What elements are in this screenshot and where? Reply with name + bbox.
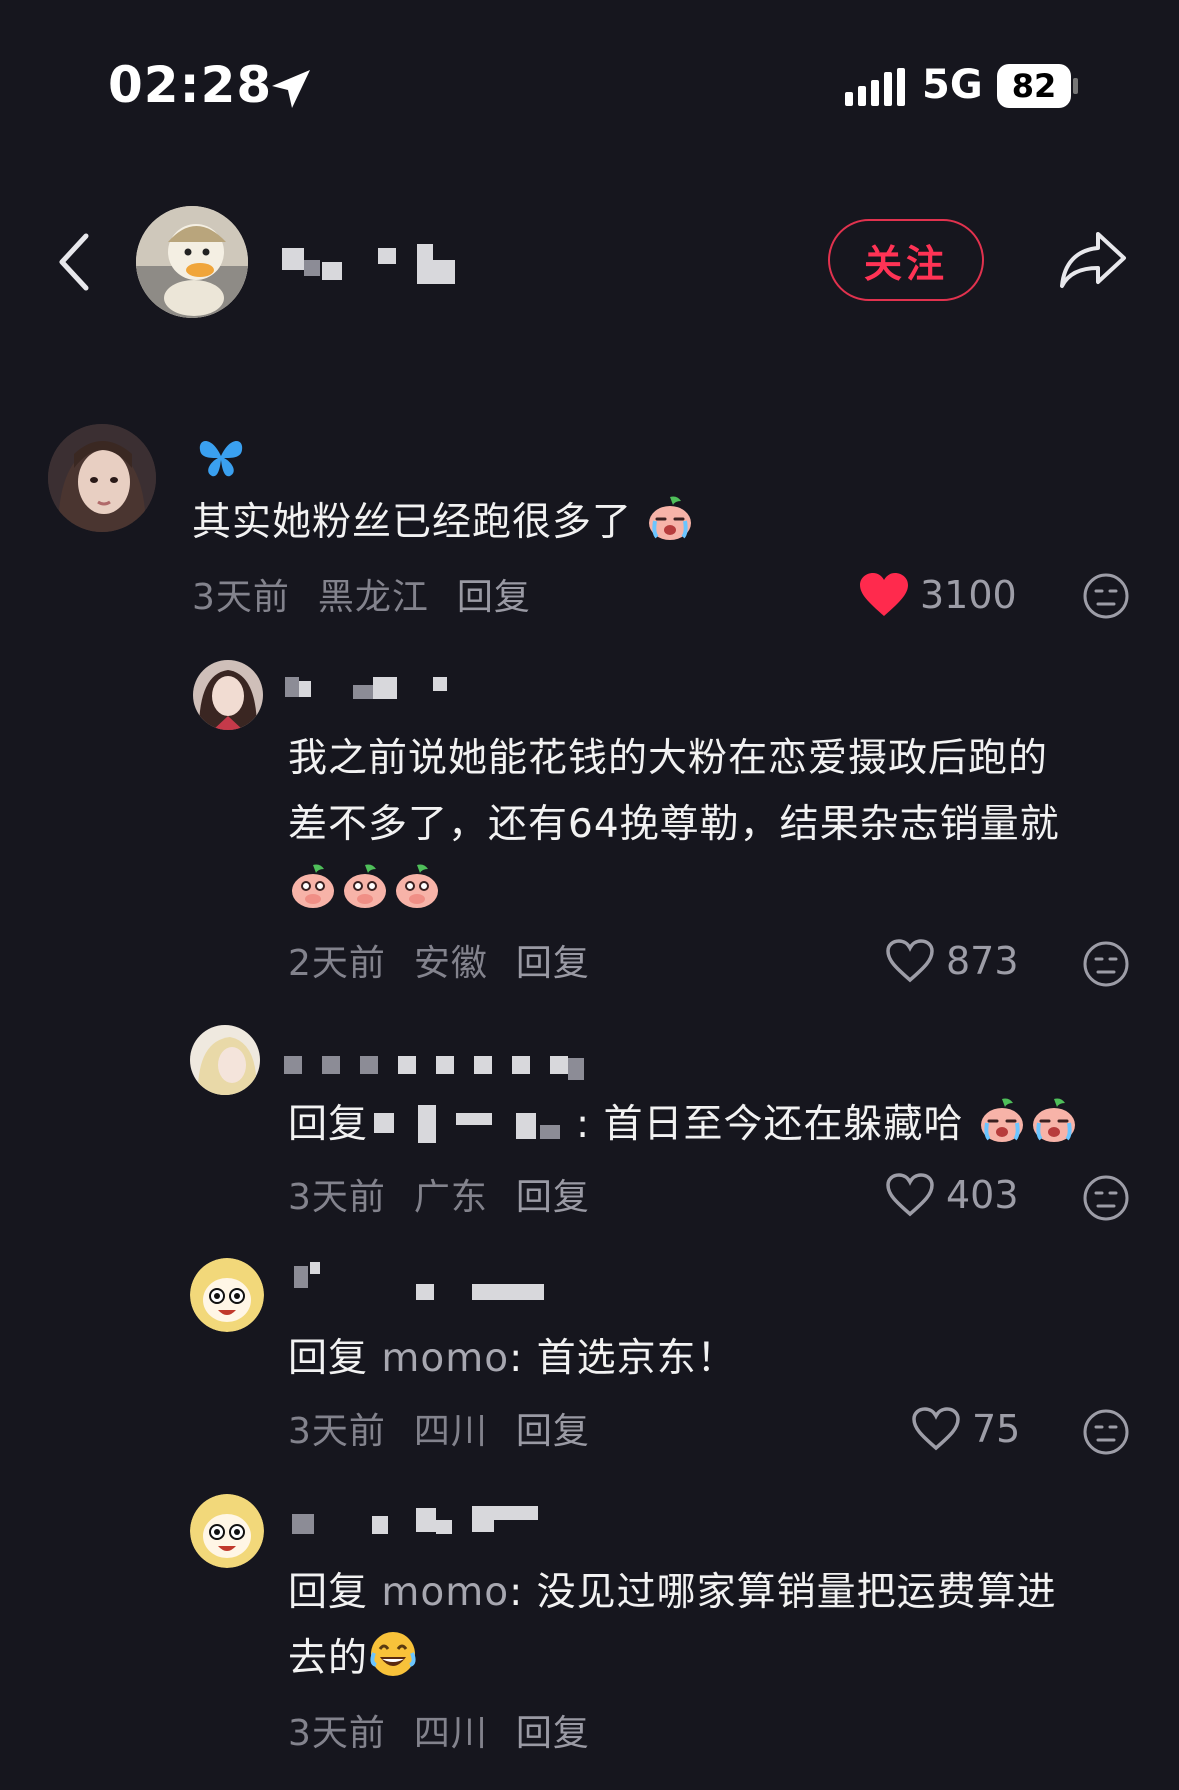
comment-location: 黑龙江 (317, 577, 429, 618)
reply-button[interactable]: 回复 (516, 1177, 590, 1218)
reply-time: 2天前 (288, 943, 386, 984)
reply-meta: 3天前 四川 回复 (288, 1402, 618, 1454)
author-name-redacted[interactable] (282, 240, 457, 286)
comment-text: 其实她粉丝已经跑很多了 (192, 490, 697, 556)
heart-filled-icon (860, 573, 908, 616)
reply-text: 回复 momo: 没见过哪家算销量把运费算进 去的 (288, 1570, 1057, 1681)
comment-time: 3天前 (192, 577, 290, 618)
replier-avatar[interactable] (193, 660, 263, 730)
reply-location: 四川 (413, 1713, 488, 1754)
mention-link[interactable]: momo (381, 1570, 509, 1615)
reply-prefix: 回复 (288, 1336, 369, 1381)
reply-button[interactable]: 回复 (516, 943, 590, 984)
like-count: 403 (946, 1173, 1019, 1217)
battery-level: 82 (1011, 67, 1057, 105)
like-button[interactable]: 873 (884, 938, 1019, 984)
reply-time: 3天前 (288, 1713, 386, 1754)
dislike-face-icon[interactable] (1082, 940, 1130, 988)
mention-redacted[interactable] (368, 1103, 576, 1143)
status-time: 02:28 (108, 56, 273, 114)
heart-outline-icon (886, 1173, 934, 1217)
reply-text: 回复 : 首日至今还在躲藏哈 (288, 1092, 1081, 1158)
signal-icon (845, 68, 905, 106)
commenter-avatar[interactable] (48, 424, 156, 532)
back-chevron-icon[interactable] (52, 230, 96, 294)
reply-prefix: 回复 (288, 1102, 369, 1147)
reply-meta: 3天前 广东 回复 (288, 1168, 618, 1220)
like-count: 3100 (920, 573, 1017, 617)
reply-text: 回复 momo: 首选京东！ (288, 1336, 737, 1381)
butterfly-icon (199, 440, 243, 477)
heart-outline-icon (912, 1407, 960, 1451)
reply-time: 3天前 (288, 1411, 386, 1452)
location-arrow-icon (272, 70, 310, 108)
reply-button[interactable]: 回复 (457, 577, 531, 618)
reply-meta: 2天前 安徽 回复 (288, 934, 618, 986)
follow-button[interactable]: 关注 (828, 219, 984, 301)
heart-outline-icon (886, 939, 934, 983)
like-button[interactable]: 75 (910, 1406, 1020, 1452)
replier-avatar[interactable] (190, 1494, 264, 1568)
mention-link[interactable]: momo (381, 1336, 509, 1381)
comment-meta: 3天前 黑龙江 回复 (192, 568, 559, 620)
network-type: 5G (922, 62, 983, 108)
covering-mouth-peach-emoji-icon (396, 864, 438, 908)
dislike-face-icon[interactable] (1082, 1174, 1130, 1222)
crying-peach-emoji-icon (980, 1098, 1023, 1142)
like-button[interactable]: 403 (884, 1172, 1019, 1218)
dislike-face-icon[interactable] (1082, 572, 1130, 620)
like-count: 75 (972, 1407, 1021, 1451)
replier-name-redacted[interactable] (285, 675, 455, 699)
reply-location: 安徽 (413, 943, 488, 984)
replier-name-redacted[interactable] (290, 1262, 550, 1302)
covering-mouth-peach-emoji-icon (344, 864, 386, 908)
reply-location: 广东 (413, 1177, 488, 1218)
reply-location: 四川 (413, 1411, 488, 1452)
reply-button[interactable]: 回复 (516, 1713, 590, 1754)
emoji-row (288, 858, 1060, 924)
replier-name-redacted[interactable] (290, 1500, 550, 1540)
reply-prefix: 回复 (288, 1570, 369, 1615)
like-count: 873 (946, 939, 1019, 983)
reply-text: 我之前说她能花钱的大粉在恋爱摄政后跑的 差不多了，还有64挽尊勒，结果杂志销量就 (288, 726, 1060, 924)
crying-peach-emoji-icon (1032, 1098, 1075, 1142)
laughing-tears-emoji-icon (370, 1632, 416, 1676)
reply-button[interactable]: 回复 (516, 1411, 590, 1452)
battery-icon: 82 (997, 64, 1079, 108)
replier-avatar[interactable] (190, 1025, 260, 1095)
reply-meta: 3天前 四川 回复 (288, 1704, 618, 1756)
reply-time: 3天前 (288, 1177, 386, 1218)
like-button[interactable]: 3100 (858, 572, 1017, 618)
dislike-face-icon[interactable] (1082, 1408, 1130, 1456)
author-avatar[interactable] (136, 206, 248, 318)
replier-avatar[interactable] (190, 1258, 264, 1332)
covering-mouth-peach-emoji-icon (292, 864, 334, 908)
crying-peach-emoji-icon (649, 496, 692, 540)
replier-name-redacted[interactable] (284, 1054, 590, 1080)
share-icon[interactable] (1058, 228, 1128, 290)
